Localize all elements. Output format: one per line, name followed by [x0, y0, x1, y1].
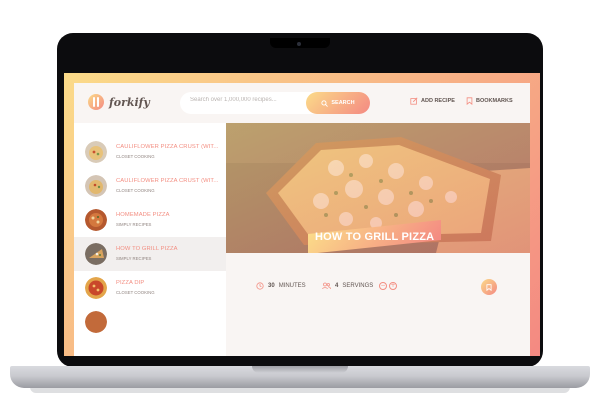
result-item[interactable]: CAULIFLOWER PIZZA CRUST (WIT... CLOSET C… — [74, 169, 226, 203]
edit-icon — [410, 97, 418, 105]
recipe-title-text: HOW TO GRILL PIZZA — [315, 231, 435, 243]
recipe-minutes: 30 MINUTES — [256, 282, 306, 290]
search-form: SEARCH — [180, 92, 370, 114]
add-recipe-label: ADD RECIPE — [421, 98, 455, 104]
decrease-servings-button[interactable]: − — [379, 282, 387, 290]
result-image — [85, 141, 107, 163]
logo[interactable]: forkify — [88, 94, 150, 110]
recipe-servings: 4 SERVINGS — [322, 282, 373, 290]
bookmarks-label: BOOKMARKS — [476, 98, 513, 104]
result-publisher: SIMPLY RECIPES — [116, 222, 152, 227]
result-image — [85, 243, 107, 265]
camera-icon — [297, 42, 301, 46]
minutes-label: MINUTES — [278, 283, 306, 289]
bookmarks-button[interactable]: BOOKMARKS — [466, 97, 513, 105]
result-publisher: SIMPLY RECIPES — [116, 256, 152, 261]
result-item[interactable]: CAULIFLOWER PIZZA CRUST (WIT... CLOSET C… — [74, 135, 226, 169]
servings-label: SERVINGS — [342, 283, 374, 289]
result-image — [85, 277, 107, 299]
bookmark-icon — [466, 97, 473, 105]
clock-icon — [256, 282, 264, 290]
search-button-label: SEARCH — [331, 100, 355, 106]
result-image — [85, 209, 107, 231]
result-image — [85, 175, 107, 197]
result-image — [85, 311, 107, 333]
result-item-active[interactable]: HOW TO GRILL PIZZA SIMPLY RECIPES — [74, 237, 226, 271]
recipe-image: HOW TO GRILL PIZZA — [226, 123, 530, 253]
fork-knife-icon — [88, 94, 104, 110]
result-title: HOW TO GRILL PIZZA — [116, 246, 178, 252]
bookmark-recipe-button[interactable] — [481, 279, 497, 295]
minutes-value: 30 — [268, 283, 275, 289]
recipe-view: HOW TO GRILL PIZZA 30 MINUTES 4 SERVINGS… — [226, 123, 530, 356]
search-results: CAULIFLOWER PIZZA CRUST (WIT... CLOSET C… — [74, 123, 226, 356]
forkify-app: forkify SEARCH ADD RECIPE — [74, 83, 530, 356]
screen: forkify SEARCH ADD RECIPE — [64, 73, 540, 356]
result-title: PIZZA DIP — [116, 280, 145, 286]
plus-icon: + — [390, 282, 396, 289]
result-title: CAULIFLOWER PIZZA CRUST (WIT... — [116, 178, 219, 184]
result-item[interactable]: PIZZA DIP CLOSET COOKING — [74, 271, 226, 305]
minus-icon: − — [380, 282, 386, 289]
servings-value: 4 — [335, 283, 339, 289]
header: forkify SEARCH ADD RECIPE — [74, 83, 530, 123]
result-publisher: CLOSET COOKING — [116, 188, 155, 193]
search-input[interactable] — [190, 97, 300, 103]
result-item[interactable]: HOMEMADE PIZZA SIMPLY RECIPES — [74, 203, 226, 237]
users-icon — [322, 282, 331, 290]
result-publisher: CLOSET COOKING — [116, 154, 155, 159]
add-recipe-button[interactable]: ADD RECIPE — [410, 97, 455, 105]
result-title: HOMEMADE PIZZA — [116, 212, 170, 218]
logo-text: forkify — [109, 95, 150, 109]
result-publisher: CLOSET COOKING — [116, 290, 155, 295]
search-icon — [321, 99, 329, 107]
result-title: CAULIFLOWER PIZZA CRUST (WIT... — [116, 144, 219, 150]
result-item[interactable] — [74, 305, 226, 339]
increase-servings-button[interactable]: + — [389, 282, 397, 290]
laptop-open-notch — [252, 366, 348, 373]
servings-controls: − + — [379, 282, 397, 290]
search-button[interactable]: SEARCH — [306, 92, 370, 114]
bookmark-icon — [486, 283, 492, 291]
